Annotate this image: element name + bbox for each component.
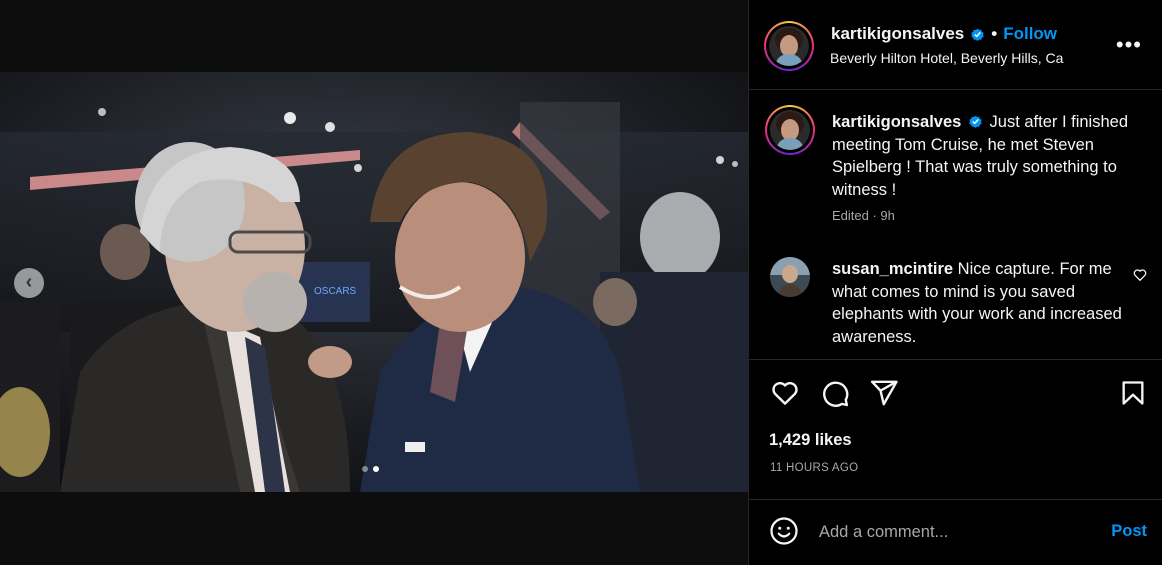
carousel-dot — [362, 466, 368, 472]
avatar-image — [770, 110, 810, 150]
avatar-image — [770, 257, 810, 297]
caption-avatar[interactable] — [765, 105, 815, 155]
svg-text:OSCARS: OSCARS — [314, 286, 357, 297]
carousel-indicator — [362, 466, 379, 472]
add-comment-bar: Post — [749, 499, 1162, 565]
heart-icon[interactable] — [769, 378, 801, 408]
share-icon[interactable] — [869, 378, 899, 408]
more-options-icon[interactable]: ••• — [1116, 34, 1142, 56]
follow-button[interactable]: Follow — [1003, 24, 1057, 44]
photo-illustration: OSCARS — [0, 72, 748, 492]
chevron-left-icon: ‹ — [25, 271, 33, 293]
emoji-icon[interactable] — [769, 516, 799, 546]
header-user-row: kartikigonsalves • Follow — [831, 24, 1057, 44]
comment-username[interactable]: susan_mcintire — [832, 260, 953, 278]
carousel-prev-button[interactable]: ‹ — [14, 268, 44, 298]
commenter-avatar[interactable] — [770, 257, 810, 297]
post-location[interactable]: Beverly Hilton Hotel, Beverly Hills, Ca — [830, 50, 1063, 66]
post-caption: kartikigonsalves Just after I finished m… — [832, 111, 1137, 201]
post-side-panel: kartikigonsalves • Follow Beverly Hilton… — [748, 0, 1162, 565]
carousel-dot-active — [373, 466, 379, 472]
verified-badge-icon — [971, 28, 984, 41]
post-photo[interactable]: OSCARS — [0, 72, 748, 492]
dot-separator: • — [991, 24, 998, 43]
author-avatar[interactable] — [764, 21, 814, 71]
post-header: kartikigonsalves • Follow Beverly Hilton… — [749, 0, 1162, 90]
verified-badge-icon — [969, 115, 982, 128]
comment-icon[interactable] — [819, 378, 851, 408]
media-pane: OSCARS ‹ — [0, 0, 748, 565]
comment-like-heart-icon[interactable] — [1133, 268, 1147, 282]
caption-username[interactable]: kartikigonsalves — [832, 113, 961, 131]
author-username[interactable]: kartikigonsalves — [831, 24, 964, 44]
post-comment-button[interactable]: Post — [1111, 522, 1147, 541]
caption-meta: Edited · 9h — [832, 208, 895, 223]
post-timestamp[interactable]: 11 HOURS AGO — [770, 462, 858, 474]
avatar-image — [769, 26, 809, 66]
bookmark-icon[interactable] — [1119, 378, 1147, 408]
like-count[interactable]: 1,429 likes — [769, 431, 852, 450]
post-actions: 1,429 likes 11 HOURS AGO — [749, 359, 1162, 499]
comment-input[interactable] — [819, 520, 1089, 544]
comment: susan_mcintire Nice capture. For me what… — [832, 258, 1132, 348]
